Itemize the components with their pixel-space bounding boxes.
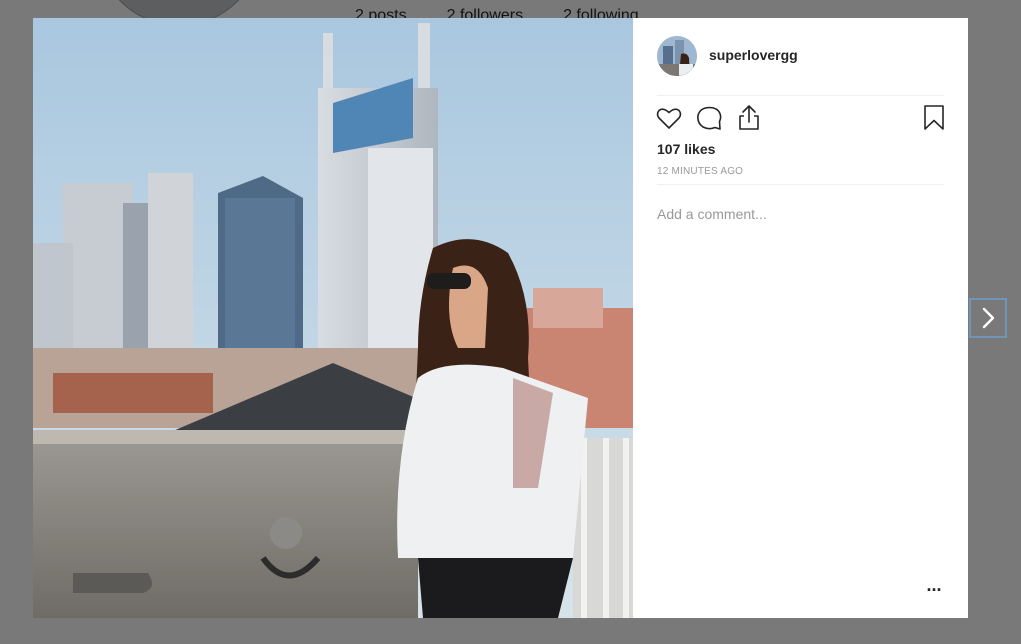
heart-icon[interactable]	[653, 102, 685, 134]
post-photo[interactable]	[33, 18, 633, 618]
chevron-right-icon	[982, 307, 995, 329]
next-post-button[interactable]	[969, 298, 1007, 338]
post-modal: superlovergg 107 likes 12 MINUTES AGO Ad…	[33, 18, 968, 618]
post-username[interactable]: superlovergg	[709, 47, 798, 63]
header-divider	[657, 95, 944, 96]
post-photo-illustration	[33, 18, 633, 618]
post-details-panel: superlovergg 107 likes 12 MINUTES AGO Ad…	[633, 18, 968, 618]
bookmark-icon[interactable]	[918, 102, 950, 134]
comment-bubble-icon[interactable]	[693, 102, 725, 134]
more-options-button[interactable]: ...	[921, 576, 947, 600]
comments-divider	[657, 184, 944, 185]
add-comment-input[interactable]	[657, 204, 917, 224]
post-header: superlovergg	[633, 18, 968, 96]
post-timestamp: 12 MINUTES AGO	[657, 166, 744, 177]
avatar-image	[657, 36, 697, 76]
likes-count[interactable]: 107 likes	[657, 141, 715, 157]
share-upload-icon[interactable]	[733, 102, 765, 134]
user-avatar[interactable]	[657, 36, 697, 76]
post-actions-bar	[653, 102, 948, 134]
